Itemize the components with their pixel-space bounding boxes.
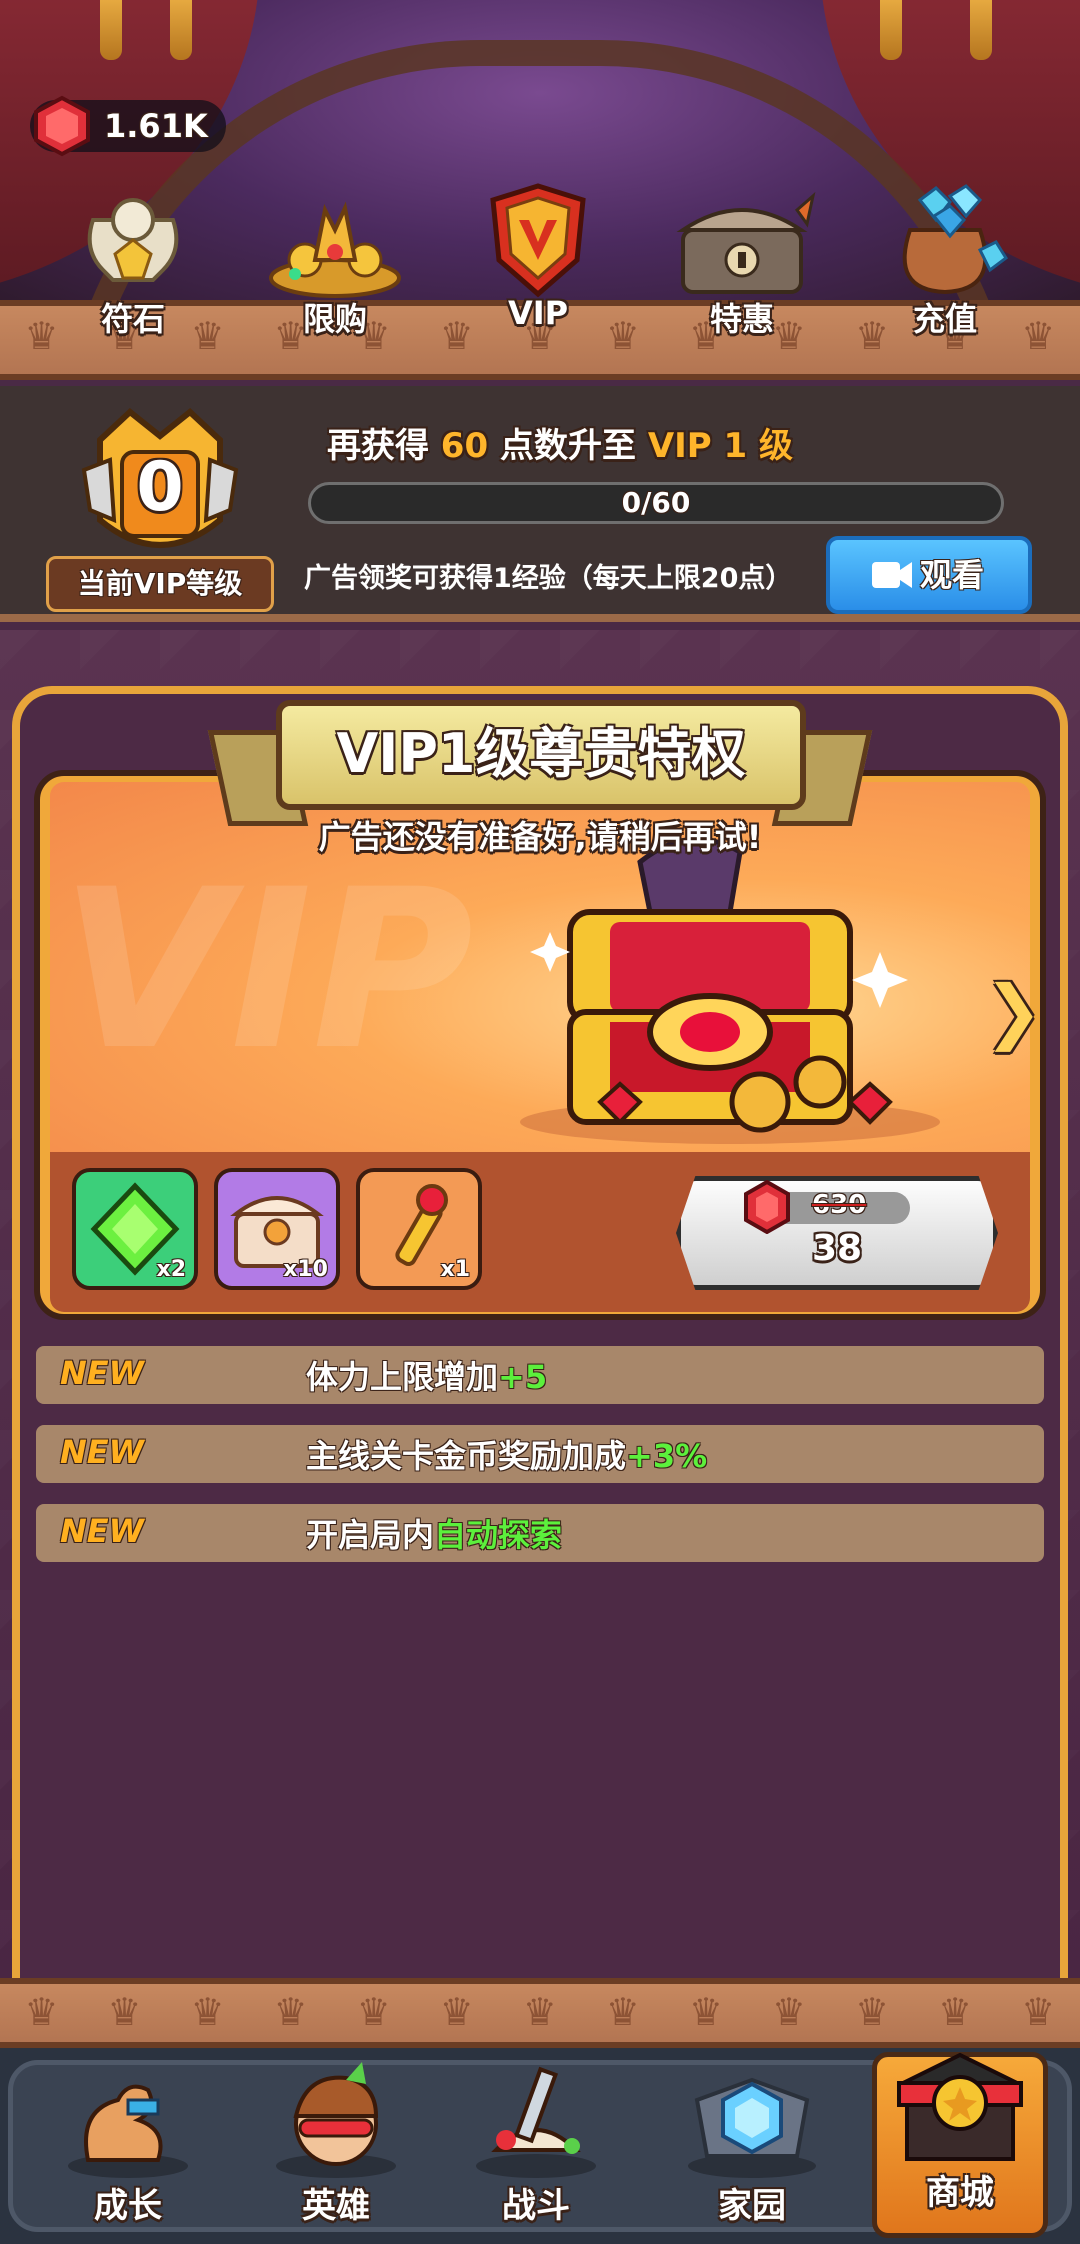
nav-battle[interactable]: 战斗: [448, 2066, 624, 2230]
tab-vip[interactable]: VIP: [463, 180, 613, 332]
vip-level-tag: 当前VIP等级: [46, 556, 274, 612]
nav-growth[interactable]: 成长: [40, 2070, 216, 2230]
tab-label: 特惠: [709, 300, 774, 338]
ad-experience-hint: 广告领奖可获得1经验（每天上限20点）: [304, 563, 793, 594]
upgrade-mid: 点数升至: [499, 426, 636, 466]
vip-watermark: VIP: [60, 842, 474, 1098]
red-gem-icon: [744, 1180, 790, 1234]
reward-count: x1: [440, 1257, 471, 1282]
perk-description: 主线关卡金币奖励加成: [306, 1437, 627, 1475]
points-needed: 60: [440, 426, 489, 466]
perk-text: 开启局内自动探索: [306, 1510, 562, 1556]
home-crystal-icon: [688, 2077, 816, 2178]
nav-heroes[interactable]: 英雄: [248, 2062, 424, 2230]
hero-face-icon: [276, 2062, 396, 2178]
nav-label: 商城: [926, 2173, 994, 2213]
tassel-decoration: [100, 0, 122, 60]
nav-label: 家园: [718, 2186, 786, 2226]
nav-shop[interactable]: 商城: [872, 2052, 1048, 2238]
perk-text: 体力上限增加+5: [306, 1352, 547, 1398]
next-vip-level: VIP 1 级: [647, 426, 794, 466]
watch-label: 观看: [920, 556, 985, 594]
sword-icon: [476, 2066, 596, 2178]
perk-highlight: +3%: [626, 1437, 708, 1475]
reward-count: x10: [283, 1257, 328, 1282]
perk-highlight: +5: [498, 1358, 548, 1396]
tab-limited[interactable]: 限购: [260, 180, 410, 340]
shop-stall-icon: [897, 2052, 1023, 2161]
video-camera-icon: [872, 562, 912, 588]
original-price: 630: [812, 1190, 867, 1220]
perk-highlight: 自动探索: [434, 1516, 563, 1554]
perk-text: 主线关卡金币奖励加成+3%: [306, 1431, 707, 1477]
reward-count: x2: [156, 1257, 187, 1282]
tab-label: 限购: [302, 300, 367, 338]
nav-home[interactable]: 家园: [664, 2070, 840, 2230]
privilege-title-banner: VIP1级尊贵特权: [276, 700, 806, 810]
reward-item-green-gem[interactable]: x2: [72, 1168, 198, 1290]
nav-label: 成长: [94, 2186, 162, 2226]
nav-label: 战斗: [502, 2186, 570, 2226]
vip-shield-icon: [490, 183, 586, 298]
upgrade-prefix: 再获得: [326, 426, 429, 466]
tab-special-offer[interactable]: 特惠: [667, 180, 817, 340]
next-arrow-icon[interactable]: ❯: [984, 970, 1043, 1052]
tab-recharge[interactable]: 充值: [870, 180, 1020, 340]
reward-item-golden-key[interactable]: x1: [356, 1168, 482, 1290]
rune-statue-icon: [87, 198, 179, 282]
current-price: 38: [811, 1228, 863, 1269]
new-badge: NEW: [60, 1354, 144, 1392]
new-badge: NEW: [60, 1512, 144, 1550]
gem-count: 1.61K: [104, 107, 208, 145]
vip-current-level: 0: [136, 448, 184, 527]
reward-item-purple-chest[interactable]: x10: [214, 1168, 340, 1290]
tassel-decoration: [170, 0, 192, 60]
watch-ad-button[interactable]: 观看: [826, 536, 1032, 614]
tassel-decoration: [880, 0, 902, 60]
new-badge: NEW: [60, 1433, 144, 1471]
crown-decoration-row: ♛ ♛ ♛ ♛ ♛ ♛ ♛ ♛ ♛ ♛ ♛ ♛ ♛: [24, 1990, 1056, 2034]
gem-sack-icon: [902, 184, 1009, 295]
vip-progress-text: 0/60: [621, 486, 691, 519]
nav-label: 英雄: [302, 2186, 370, 2226]
tab-rune[interactable]: 符石: [58, 180, 208, 340]
muscle-arm-icon: [68, 2084, 188, 2178]
perk-description: 体力上限增加: [306, 1358, 499, 1396]
vip-progress-bar: 0/60: [308, 482, 1004, 524]
tab-label: 符石: [100, 300, 165, 338]
tassel-decoration: [970, 0, 992, 60]
perk-description: 开启局内: [306, 1516, 435, 1554]
treasure-pile-icon: [269, 201, 401, 298]
upgrade-requirement: 再获得 60 点数升至 VIP 1 级: [300, 418, 820, 467]
ad-unavailable-message: 广告还没有准备好,请稍后再试!: [318, 818, 762, 856]
bottom-crown-strip: ♛ ♛ ♛ ♛ ♛ ♛ ♛ ♛ ♛ ♛ ♛ ♛ ♛: [0, 1978, 1080, 2048]
gem-counter[interactable]: 1.61K: [30, 95, 226, 157]
treasure-chest-icon: [520, 836, 940, 1144]
tab-label: 充值: [912, 300, 977, 338]
offer-chest-icon: [676, 191, 816, 294]
red-gem-icon: [34, 95, 90, 157]
